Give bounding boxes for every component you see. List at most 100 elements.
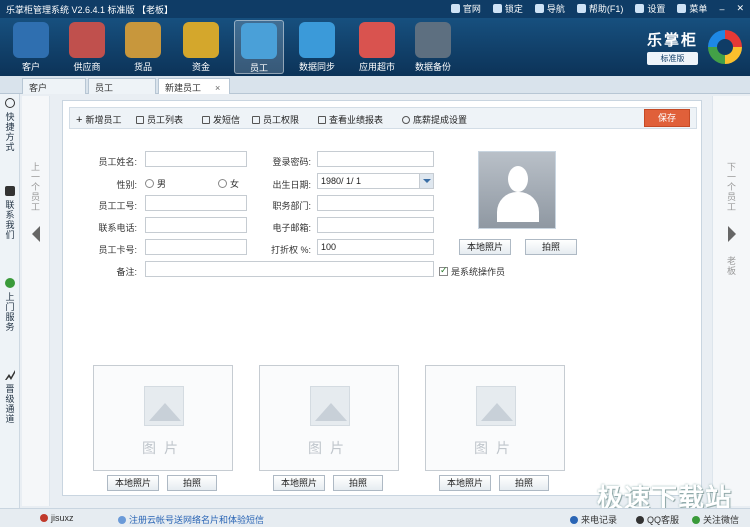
sidebar-item-upgrade[interactable]: 晋级通道 [0, 370, 20, 424]
photo-3-local-button[interactable]: 本地照片 [439, 475, 491, 491]
nav-data-backup[interactable]: 数据备份 [408, 20, 458, 74]
arrow-left-icon [31, 226, 40, 242]
image-placeholder-icon [144, 386, 184, 426]
remark-input[interactable] [145, 261, 434, 277]
menu-button[interactable]: 菜单 [677, 2, 707, 15]
discount-input[interactable] [317, 239, 434, 255]
birth-date-picker[interactable]: 1980/ 1/ 1 [317, 173, 434, 189]
previous-employee[interactable]: 上一个员工 [22, 96, 50, 506]
tab-new-employee[interactable]: 新建员工 × [158, 78, 230, 94]
next-employee[interactable]: 下一个员工 老板 [712, 96, 750, 506]
lock-button[interactable]: 锁定 [492, 2, 523, 15]
settings-button[interactable]: 设置 [635, 2, 665, 15]
department-input[interactable] [317, 195, 434, 211]
brand-logo-icon [708, 30, 742, 64]
department-label: 职务部门: [272, 201, 311, 211]
employee-number-label: 员工工号: [98, 201, 137, 211]
nav-app-market[interactable]: 应用超市 [352, 20, 402, 74]
permissions-icon [252, 115, 260, 124]
avatar-capture-button[interactable]: 拍照 [525, 239, 577, 255]
performance-report-button[interactable]: 查看业绩报表 [318, 113, 383, 126]
password-input[interactable] [317, 151, 434, 167]
help-icon [576, 4, 586, 13]
tab-bar: 客户 员工 新建员工 × [0, 76, 750, 94]
card-number-label: 员工卡号: [98, 245, 137, 255]
title-bar-menu: 官网 锁定 导航 帮助(F1) 设置 菜单 – ✕ [450, 2, 744, 15]
system-operator-checkbox[interactable]: 是系统操作员 [439, 265, 505, 278]
title-bar: 乐掌柜管理系统 V2.6.4.1 标准版 【老板】 官网 锁定 导航 帮助(F1… [0, 0, 750, 18]
navigation-button[interactable]: 导航 [534, 2, 565, 15]
discount-label: 打折权 %: [270, 245, 311, 255]
previous-employee-label: 上一个员工 [30, 162, 40, 212]
card-number-input[interactable] [145, 239, 247, 255]
envelope-icon [202, 115, 210, 124]
photo-2-local-button[interactable]: 本地照片 [273, 475, 325, 491]
photo-1-local-button[interactable]: 本地照片 [107, 475, 159, 491]
goods-icon [125, 22, 161, 58]
password-label: 登录密码: [272, 157, 311, 167]
email-label: 电子邮箱: [272, 223, 311, 233]
status-bar: jisuxz 注册云帐号送网络名片和体验短信 来电记录 QQ客服 关注微信 [0, 508, 750, 527]
phone-input[interactable] [145, 217, 247, 233]
report-icon [318, 115, 326, 124]
nav-customers[interactable]: 客户 [6, 20, 56, 74]
nav-funds[interactable]: 资金 [176, 20, 226, 74]
app-title: 乐掌柜管理系统 V2.6.4.1 标准版 【老板】 [6, 5, 174, 15]
nav-goods[interactable]: 货品 [118, 20, 168, 74]
photo-box-2: 图片 [259, 365, 399, 471]
coin-icon [402, 115, 410, 124]
save-button[interactable]: 保存 [644, 109, 690, 127]
tab-customers[interactable]: 客户 [22, 78, 86, 94]
employee-name-input[interactable] [145, 151, 247, 167]
arrow-right-icon [727, 226, 736, 242]
brand-name: 乐掌柜 [646, 32, 698, 49]
backup-icon [415, 22, 451, 58]
email-input[interactable] [317, 217, 434, 233]
add-employee-button[interactable]: + 新增员工 [76, 113, 121, 126]
qq-support-button[interactable]: QQ客服 [636, 513, 679, 526]
nav-employees[interactable]: 员工 [234, 20, 284, 74]
photo-1-capture-button[interactable]: 拍照 [167, 475, 217, 491]
home-icon [450, 4, 460, 13]
photo-box-1: 图片 [93, 365, 233, 471]
help-button[interactable]: 帮助(F1) [576, 2, 623, 15]
photo-box-3: 图片 [425, 365, 565, 471]
photo-2-capture-button[interactable]: 拍照 [333, 475, 383, 491]
birth-date-label: 出生日期: [272, 180, 311, 190]
customer-icon [13, 22, 49, 58]
employee-number-input[interactable] [145, 195, 247, 211]
navigation-icon [534, 4, 544, 13]
wechat-icon [692, 515, 700, 524]
close-button[interactable]: ✕ [736, 2, 744, 15]
gender-female-radio[interactable]: 女 [218, 177, 239, 190]
employee-list-button[interactable]: 员工列表 [136, 113, 183, 126]
phone-icon [5, 186, 15, 196]
tab-employees[interactable]: 员工 [88, 78, 156, 94]
name-label: 员工姓名: [98, 157, 137, 167]
employee-permissions-button[interactable]: 员工权限 [252, 113, 299, 126]
calendar-dropdown-icon[interactable] [419, 174, 433, 188]
tab-close-icon[interactable]: × [215, 83, 220, 93]
photo-3-capture-button[interactable]: 拍照 [499, 475, 549, 491]
nav-data-sync[interactable]: 数据同步 [292, 20, 342, 74]
main-toolbar: 客户 供应商 货品 资金 员工 数据同步 应用超市 数据备份 乐掌柜 标准版 [0, 18, 750, 76]
sidebar-item-shortcuts[interactable]: 快捷方式 [0, 98, 20, 152]
qq-icon [636, 515, 644, 524]
sidebar-item-contact[interactable]: 联系我们 [0, 186, 20, 240]
register-cloud-link[interactable]: 注册云帐号送网络名片和体验短信 [118, 513, 264, 526]
sidebar-item-onsite-service[interactable]: 上门服务 [0, 278, 20, 332]
official-site-link[interactable]: 官网 [450, 2, 481, 15]
nav-suppliers[interactable]: 供应商 [62, 20, 112, 74]
phone-icon [570, 515, 578, 524]
money-bag-icon [183, 22, 219, 58]
salary-commission-button[interactable]: 底薪提成设置 [402, 113, 467, 126]
avatar-local-photo-button[interactable]: 本地照片 [459, 239, 511, 255]
gender-male-radio[interactable]: 男 [145, 177, 166, 190]
image-placeholder-icon [476, 386, 516, 426]
follow-wechat-button[interactable]: 关注微信 [692, 513, 739, 526]
user-icon [40, 514, 48, 522]
next-employee-label: 下一个员工 [726, 162, 736, 212]
call-log-button[interactable]: 来电记录 [570, 513, 617, 526]
send-sms-button[interactable]: 发短信 [202, 113, 240, 126]
minimize-button[interactable]: – [719, 2, 724, 15]
